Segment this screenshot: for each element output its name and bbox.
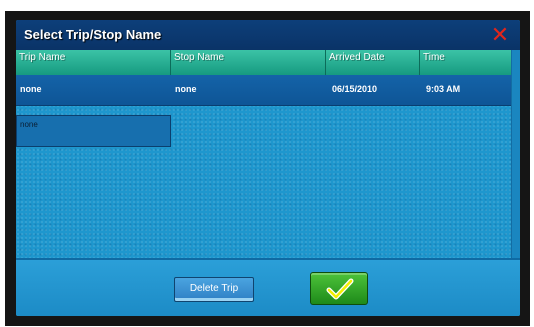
cell-time: 9:03 AM	[426, 84, 461, 94]
dialog-footer: Delete Trip	[16, 258, 520, 316]
list-item[interactable]: none	[16, 115, 171, 147]
table-header: Trip Name Stop Name Arrived Date Time	[16, 50, 512, 75]
cell-arrived-date: 06/15/2010	[332, 84, 378, 94]
column-header-trip-name[interactable]: Trip Name	[16, 50, 171, 75]
delete-trip-button[interactable]: Delete Trip	[174, 277, 254, 302]
column-header-time[interactable]: Time	[420, 50, 512, 75]
confirm-button[interactable]	[310, 272, 368, 305]
checkmark-icon	[326, 278, 354, 300]
list-item-label: none	[20, 120, 38, 129]
dialog-title: Select Trip/Stop Name	[24, 27, 162, 42]
screen-bezel: Select Trip/Stop Name ✕ Trip Name Stop N…	[5, 11, 530, 326]
select-trip-dialog: Select Trip/Stop Name ✕ Trip Name Stop N…	[16, 20, 520, 316]
close-icon[interactable]: ✕	[490, 24, 510, 46]
cell-trip-name: none	[20, 84, 42, 94]
table-row[interactable]: none none 06/15/2010 9:03 AM	[16, 75, 512, 106]
column-header-arrived-date[interactable]: Arrived Date	[326, 50, 420, 75]
cell-stop-name: none	[175, 84, 197, 94]
title-bar: Select Trip/Stop Name ✕	[16, 20, 520, 50]
scrollbar[interactable]	[511, 50, 520, 258]
column-header-stop-name[interactable]: Stop Name	[171, 50, 326, 75]
